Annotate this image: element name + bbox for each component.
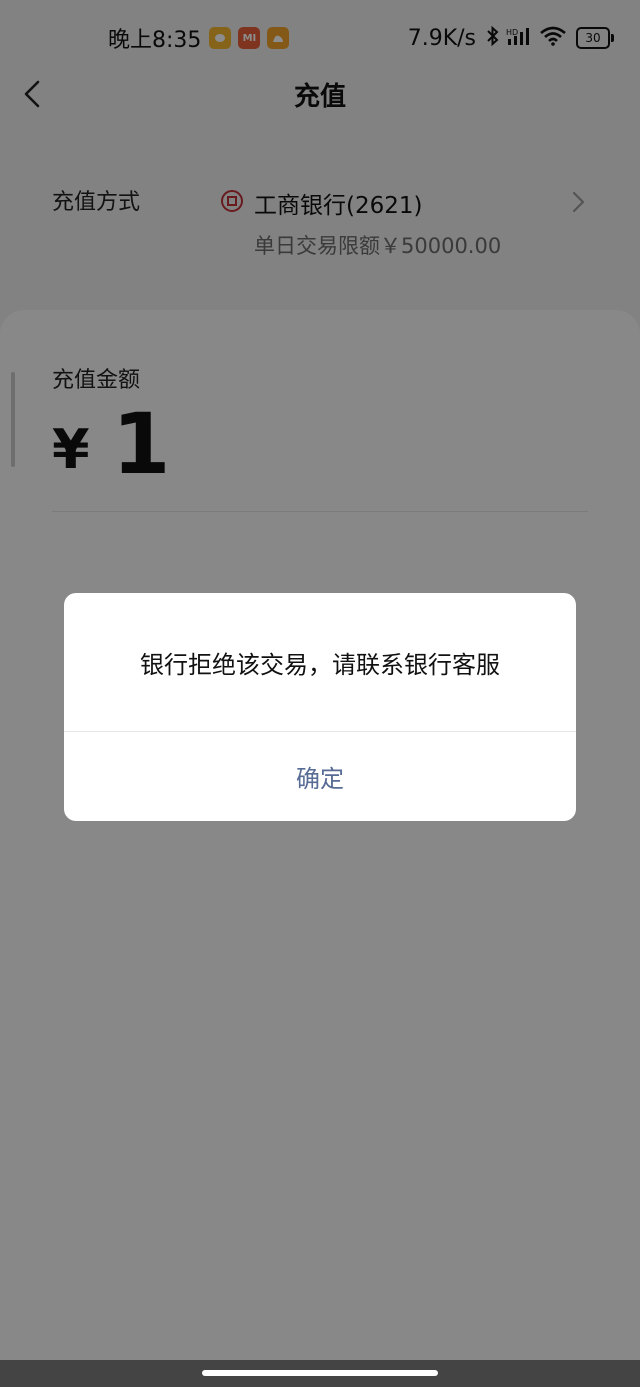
confirm-button[interactable]: 确定 <box>64 732 576 821</box>
home-indicator[interactable] <box>202 1370 438 1376</box>
error-dialog: 银行拒绝该交易，请联系银行客服 确定 <box>64 593 576 821</box>
dialog-message: 银行拒绝该交易，请联系银行客服 <box>140 651 500 679</box>
